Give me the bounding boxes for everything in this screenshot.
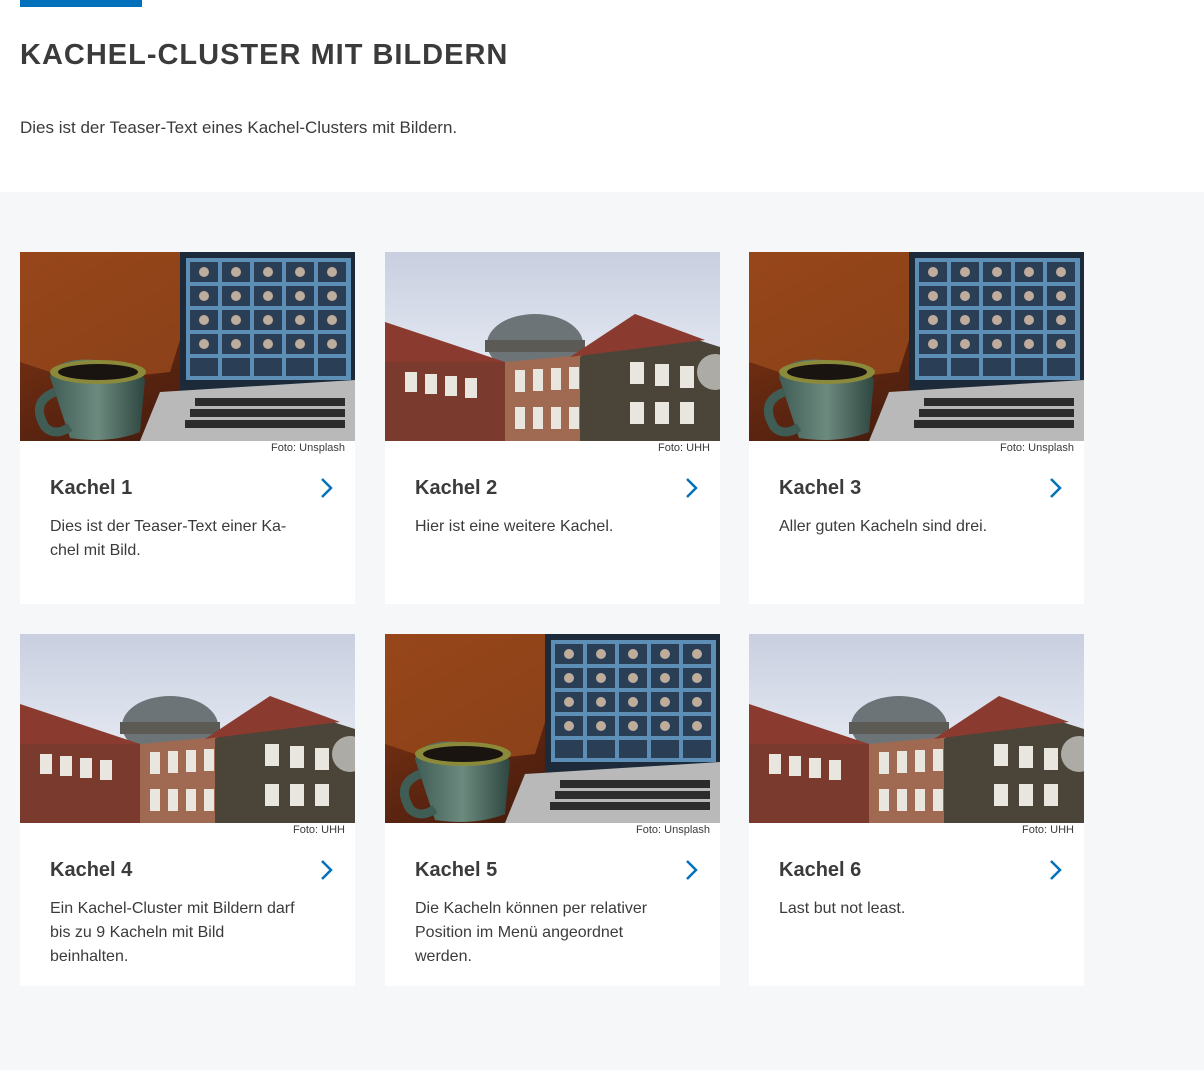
tile-4-photo-credit: Foto: UHH	[293, 824, 345, 836]
tile-2-text: Hier ist eine weitere Kachel.	[415, 518, 614, 535]
chevron-right-icon[interactable]	[684, 858, 700, 882]
tile-4-image	[20, 634, 355, 823]
tile-4-text: Ein Kachel-Cluster mit Bildern darf bis …	[50, 900, 295, 965]
tile-5-text: Die Kacheln können per relativer Positio…	[415, 900, 648, 965]
chevron-right-icon[interactable]	[684, 476, 700, 500]
tile-2-title[interactable]: Kachel 2	[415, 475, 497, 501]
tile-1-title[interactable]: Kachel 1	[50, 475, 132, 501]
tile-3-image	[749, 252, 1084, 441]
tile-cluster: Foto: Unsplash Kachel 1 Dies ist der Tea…	[0, 192, 1204, 1070]
chevron-right-icon[interactable]	[1048, 858, 1064, 882]
tile-1-photo-credit: Foto: Unsplash	[271, 442, 345, 454]
accent-bar	[20, 0, 142, 7]
page-title: KACHEL-CLUSTER MIT BILDERN	[20, 39, 509, 71]
tile-2-image	[385, 252, 720, 441]
tile-6-text: Last but not least.	[779, 900, 906, 917]
tile-3[interactable]: Foto: Unsplash Kachel 3 Aller guten Kach…	[749, 252, 1084, 604]
tile-6-photo-credit: Foto: UHH	[1022, 824, 1074, 836]
tile-3-photo-credit: Foto: Unsplash	[1000, 442, 1074, 454]
tile-2[interactable]: Foto: UHH Kachel 2 Hier ist eine weitere…	[385, 252, 720, 604]
tile-5[interactable]: Foto: Unsplash Kachel 5 Die Kacheln könn…	[385, 634, 720, 986]
chevron-right-icon[interactable]	[1048, 476, 1064, 500]
tile-6-image	[749, 634, 1084, 823]
tile-6[interactable]: Foto: UHH Kachel 6 Last but not least.	[749, 634, 1084, 986]
page-teaser: Dies ist der Teaser-Text eines Kachel-Cl…	[20, 118, 458, 137]
tile-4[interactable]: Foto: UHH Kachel 4 Ein Kachel-Cluster mi…	[20, 634, 355, 986]
tile-1-text: Dies ist der Teaser-Text einer Ka-chel m…	[50, 518, 287, 559]
tile-6-title[interactable]: Kachel 6	[779, 857, 861, 883]
tile-2-photo-credit: Foto: UHH	[658, 442, 710, 454]
tile-4-title[interactable]: Kachel 4	[50, 857, 132, 883]
tile-1[interactable]: Foto: Unsplash Kachel 1 Dies ist der Tea…	[20, 252, 355, 604]
tile-5-title[interactable]: Kachel 5	[415, 857, 497, 883]
tile-5-photo-credit: Foto: Unsplash	[636, 824, 710, 836]
tile-1-image	[20, 252, 355, 441]
tile-3-text: Aller guten Kacheln sind drei.	[779, 518, 988, 535]
tile-3-title[interactable]: Kachel 3	[779, 475, 861, 501]
chevron-right-icon[interactable]	[319, 858, 335, 882]
tile-5-image	[385, 634, 720, 823]
chevron-right-icon[interactable]	[319, 476, 335, 500]
